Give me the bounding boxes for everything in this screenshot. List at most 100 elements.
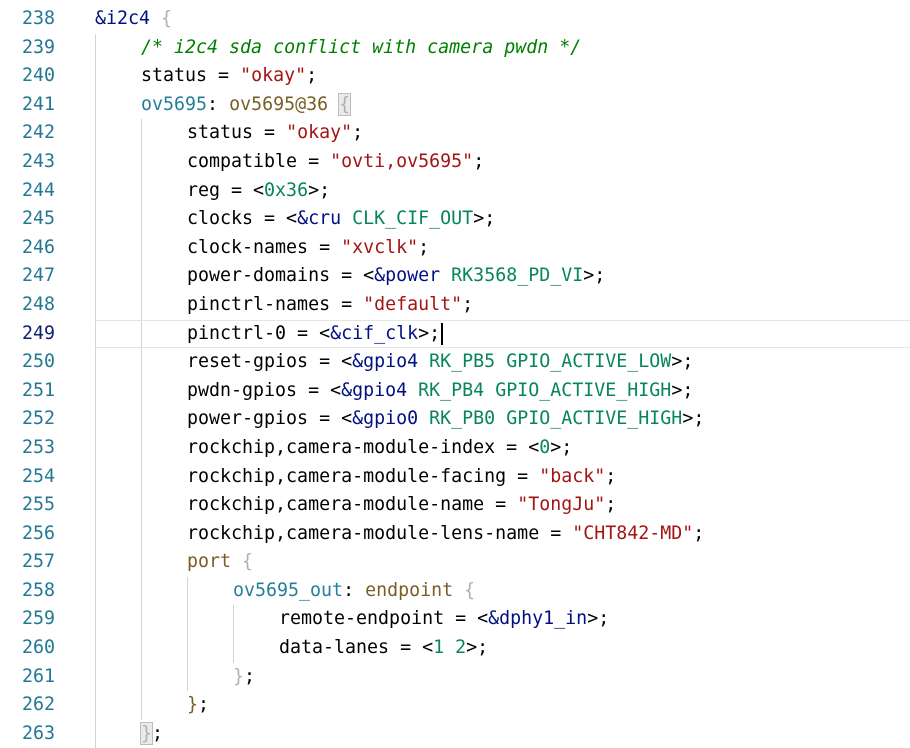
indent-guide xyxy=(95,548,96,577)
line-number: 256 xyxy=(21,522,55,544)
code-line[interactable]: 246 clock-names = "xvclk"; xyxy=(0,233,910,263)
code-text[interactable]: /* i2c4 sda conflict with camera pwdn */ xyxy=(141,34,581,63)
code-token: &gpio0 xyxy=(352,408,419,430)
line-number: 243 xyxy=(21,150,55,172)
code-token: "ovti,ov5695" xyxy=(330,150,474,172)
code-line[interactable]: 239 /* i2c4 sda conflict with camera pwdn… xyxy=(0,33,910,63)
code-line[interactable]: 240 status = "okay"; xyxy=(0,62,910,91)
code-text[interactable]: }; xyxy=(233,663,255,692)
code-text[interactable]: power-domains = <&power RK3568_PD_VI>; xyxy=(187,262,605,291)
code-line[interactable]: 245 clocks = <&cru CLK_CIF_OUT>; xyxy=(0,205,910,234)
code-line[interactable]: 259 remote-endpoint = <&dphy1_in>; xyxy=(0,605,910,635)
code-line[interactable]: 255 rockchip,camera-module-name = "TongJu… xyxy=(0,491,910,520)
code-line[interactable]: 248 pinctrl-names = "default"; xyxy=(0,290,910,320)
line-number: 261 xyxy=(21,665,55,687)
indent-guide xyxy=(141,376,142,406)
indent-guide xyxy=(95,233,96,263)
indent-guide xyxy=(141,147,142,177)
code-text[interactable]: reset-gpios = <&gpio4 RK_PB5 GPIO_ACTIVE… xyxy=(187,348,693,377)
code-editor[interactable]: 238 &i2c4 {239/* i2c4 sda conflict with c… xyxy=(0,5,910,748)
code-text[interactable]: clocks = <&cru CLK_CIF_OUT>; xyxy=(187,205,495,234)
indent-guide xyxy=(95,176,96,206)
indent-guide xyxy=(95,519,96,549)
indent-guide xyxy=(95,290,96,320)
code-token: "CHT842-MD" xyxy=(572,522,694,544)
line-number: 253 xyxy=(21,436,55,458)
line-number: 249 xyxy=(21,322,55,344)
code-text[interactable]: rockchip,camera-module-name = "TongJu"; xyxy=(187,491,616,520)
code-text[interactable]: pinctrl-0 = <&cif_clk>; xyxy=(187,320,444,349)
code-text[interactable]: pinctrl-names = "default"; xyxy=(187,291,473,320)
code-token: ; xyxy=(352,122,364,144)
code-token: CLK_CIF_OUT xyxy=(352,208,474,230)
code-line[interactable]: 243 compatible = "ovti,ov5695"; xyxy=(0,147,910,177)
indent-guide xyxy=(95,33,96,63)
code-token: rockchip,camera-module-index = < xyxy=(187,436,540,458)
indent-guide xyxy=(95,119,96,148)
code-token: >; xyxy=(671,351,694,373)
code-text[interactable]: rockchip,camera-module-index = <0>; xyxy=(187,434,572,463)
code-line[interactable]: 257 port { xyxy=(0,548,910,577)
code-text[interactable]: reg = <0x36>; xyxy=(187,177,330,206)
code-line[interactable]: 262}; xyxy=(0,691,910,720)
code-token: { xyxy=(161,8,173,29)
line-number: 251 xyxy=(21,379,55,401)
code-text[interactable]: status = "okay"; xyxy=(187,119,363,148)
code-token: pinctrl-0 = < xyxy=(187,322,331,344)
code-line[interactable]: 241 ov5695: ov5695@36 { xyxy=(0,90,910,120)
code-token: &gpio4 xyxy=(352,351,419,373)
code-line[interactable]: 253 rockchip,camera-module-index = <0>; xyxy=(0,433,910,463)
code-text[interactable]: ov5695_out: endpoint { xyxy=(233,577,475,606)
indent-guide xyxy=(141,605,142,635)
indent-guide xyxy=(95,433,96,463)
code-text[interactable]: remote-endpoint = <&dphy1_in>; xyxy=(279,605,609,634)
indent-guide xyxy=(141,634,142,663)
indent-guide xyxy=(141,262,142,291)
indent-guide xyxy=(95,462,96,492)
code-token: { xyxy=(464,579,476,601)
indent-guide xyxy=(187,605,188,635)
code-text[interactable]: &i2c4 { xyxy=(95,5,172,34)
code-line[interactable]: 247 power-domains = <&power RK3568_PD_VI>… xyxy=(0,262,910,291)
code-text[interactable]: pwdn-gpios = <&gpio4 RK_PB4 GPIO_ACTIVE_… xyxy=(187,377,693,406)
code-text[interactable]: status = "okay"; xyxy=(141,62,317,91)
code-line[interactable]: 249 pinctrl-0 = <&cif_clk>; xyxy=(0,319,910,349)
code-line[interactable]: 256 rockchip,camera-module-lens-name = "C… xyxy=(0,519,910,549)
code-token: ; xyxy=(418,236,430,258)
code-line[interactable]: 261}; xyxy=(0,662,910,692)
code-token: clock-names = xyxy=(187,236,342,258)
code-line[interactable]: 238 &i2c4 { xyxy=(0,5,910,34)
code-line[interactable]: 244 reg = <0x36>; xyxy=(0,176,910,206)
code-text[interactable]: port { xyxy=(187,548,253,577)
line-number: 240 xyxy=(21,65,55,87)
code-text[interactable]: data-lanes = <1 2>; xyxy=(279,634,488,663)
code-text[interactable]: rockchip,camera-module-lens-name = "CHT8… xyxy=(187,520,704,549)
code-text[interactable]: clock-names = "xvclk"; xyxy=(187,234,429,263)
code-line[interactable]: 260 data-lanes = <1 2>; xyxy=(0,634,910,663)
code-token: pwdn-gpios = < xyxy=(187,379,342,401)
indent-guide xyxy=(95,576,96,606)
code-line[interactable]: 242 status = "okay"; xyxy=(0,119,910,148)
code-line[interactable]: 252 power-gpios = <&gpio0 RK_PB0 GPIO_ACT… xyxy=(0,405,910,434)
code-line[interactable]: 250 reset-gpios = <&gpio4 RK_PB5 GPIO_ACT… xyxy=(0,348,910,377)
code-text[interactable]: ov5695: ov5695@36 { xyxy=(141,91,352,120)
code-text[interactable]: compatible = "ovti,ov5695"; xyxy=(187,148,484,177)
code-text[interactable]: }; xyxy=(187,691,209,720)
code-token: RK_PB4 xyxy=(418,379,485,401)
code-token: : xyxy=(207,93,230,115)
code-text[interactable]: power-gpios = <&gpio0 RK_PB0 GPIO_ACTIVE… xyxy=(187,405,704,434)
code-token: ov5695_out xyxy=(233,579,344,601)
code-token: ov5695@36 xyxy=(229,93,329,115)
line-number: 248 xyxy=(21,293,55,315)
code-line[interactable]: 251 pwdn-gpios = <&gpio4 RK_PB4 GPIO_ACTI… xyxy=(0,376,910,406)
code-token: : xyxy=(343,579,366,601)
line-number: 245 xyxy=(21,208,55,230)
code-line[interactable]: 258 ov5695_out: endpoint { xyxy=(0,576,910,606)
code-line[interactable]: 254 rockchip,camera-module-facing = "back… xyxy=(0,462,910,492)
code-token: >; xyxy=(583,265,606,287)
code-text[interactable]: rockchip,camera-module-facing = "back"; xyxy=(187,463,616,492)
indent-guide xyxy=(95,691,96,720)
code-token: >; xyxy=(418,322,441,344)
